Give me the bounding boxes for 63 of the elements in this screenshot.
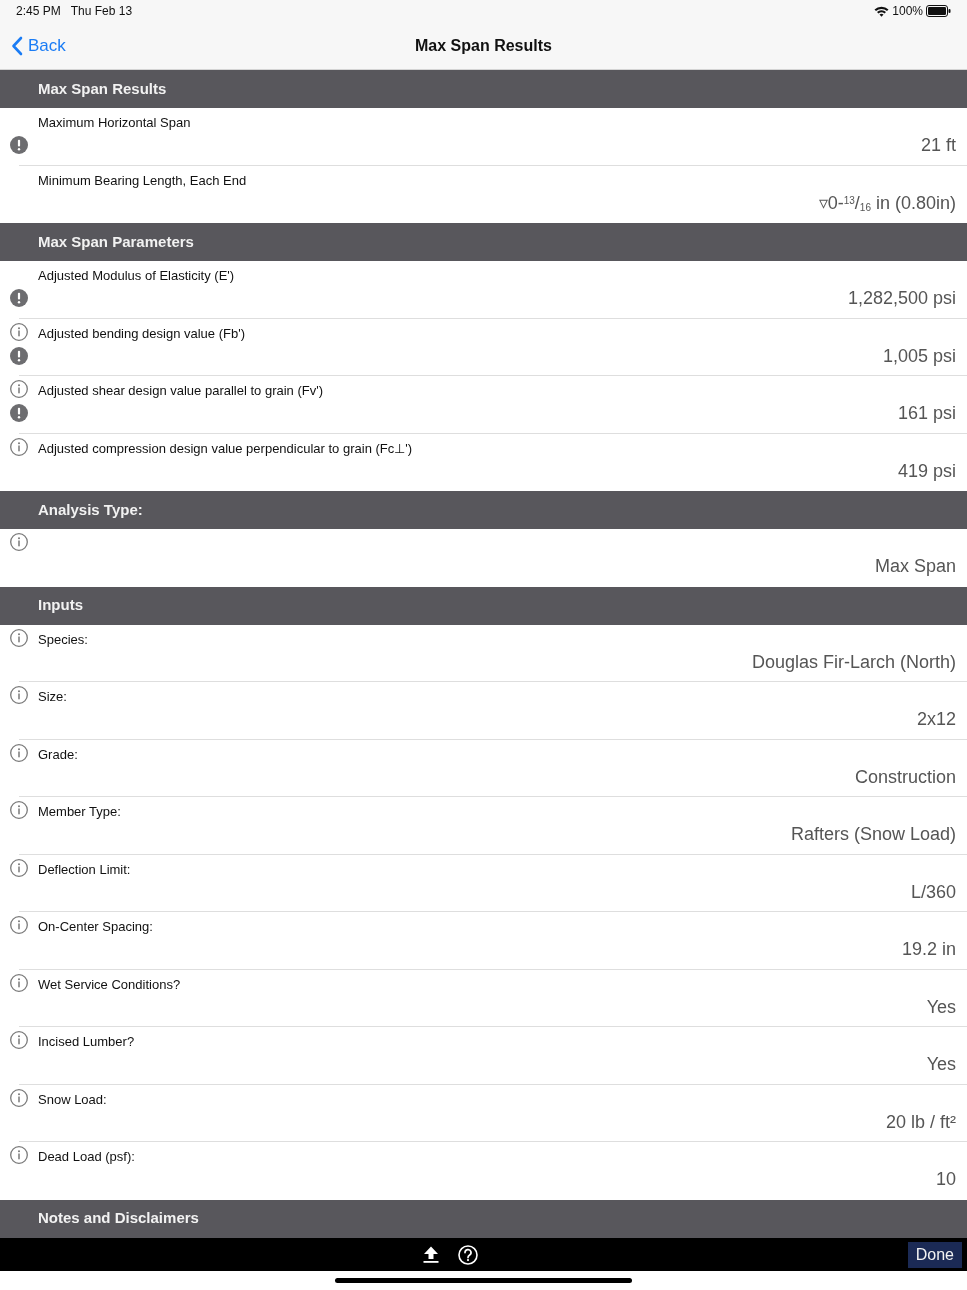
status-time: 2:45 PM: [16, 3, 61, 20]
section-title: Analysis Type:: [38, 499, 143, 520]
field-value: Douglas Fir-Larch (North): [751, 650, 956, 673]
field-label: Grade:: [38, 746, 78, 762]
field-label: Adjusted Modulus of Elasticity (E'): [38, 268, 235, 283]
field-value: 161 psi: [897, 402, 956, 424]
info-icon[interactable]: [10, 916, 28, 934]
field-label: Adjusted compression design value perpendicular to grain (Fc⊥'): [38, 440, 413, 456]
field-value: Construction: [854, 765, 956, 788]
field-value: 10: [935, 1168, 956, 1190]
field-value: 21 ft: [920, 134, 956, 156]
field-value: 1,282,500 psi: [847, 287, 956, 309]
field-label: Deflection Limit:: [38, 861, 131, 877]
help-icon[interactable]: [458, 1244, 478, 1265]
info-icon[interactable]: [10, 1031, 28, 1049]
info-icon[interactable]: [10, 533, 28, 551]
field-value: Yes: [926, 995, 956, 1018]
field-value: 419 psi: [897, 459, 956, 482]
section-title: Notes and Disclaimers: [38, 1208, 199, 1229]
info-icon[interactable]: [10, 858, 28, 877]
info-icon[interactable]: [10, 801, 28, 819]
field-label: Member Type:: [38, 804, 121, 819]
info-icon[interactable]: [10, 686, 28, 704]
info-icon[interactable]: [10, 322, 28, 341]
field-label: Minimum Bearing Length, Each End: [38, 172, 247, 188]
field-value: 2x12: [916, 708, 956, 730]
field-label: Adjusted shear design value parallel to grain (Fv'): [38, 383, 324, 398]
field-value: L/360: [910, 880, 956, 903]
field-value: ▿0-$^{13}$/$_{16}$ in (0.80in): [818, 191, 956, 214]
field-label: On-Center Spacing:: [38, 919, 153, 934]
field-value: 1,005 psi: [882, 344, 956, 367]
field-label: Dead Load (psf):: [38, 1149, 135, 1164]
field-label: Size:: [38, 689, 67, 704]
field-label: Adjusted bending design value (Fb'): [38, 325, 245, 341]
field-label: Species:: [38, 631, 88, 647]
battery-icon: [926, 5, 951, 17]
field-value: 19.2 in: [901, 938, 956, 960]
field-value: 20 lb / ft²: [885, 1110, 956, 1133]
info-icon[interactable]: [10, 380, 28, 398]
battery-percent: 100%: [892, 3, 923, 20]
section-title: Max Span Parameters: [38, 231, 194, 252]
info-icon[interactable]: [10, 973, 28, 992]
page-title: Max Span Results: [415, 35, 552, 56]
section-title: Max Span Results: [38, 78, 167, 99]
done-button[interactable]: Done: [907, 1241, 962, 1268]
field-label: Wet Service Conditions?: [38, 976, 181, 992]
field-label: Maximum Horizontal Span: [38, 115, 191, 130]
wifi-icon: [874, 5, 890, 17]
status-date: Thu Feb 13: [70, 3, 133, 20]
chevron-left-icon: [11, 35, 23, 56]
field-label: Incised Lumber?: [38, 1034, 135, 1049]
field-label: Snow Load:: [38, 1091, 107, 1107]
info-icon[interactable]: [10, 628, 28, 647]
back-button[interactable]: Back: [11, 32, 66, 59]
info-icon[interactable]: [10, 1146, 28, 1164]
upload-icon[interactable]: [423, 1246, 439, 1263]
info-icon[interactable]: [10, 1088, 28, 1107]
field-value: Yes: [926, 1053, 956, 1075]
field-value: Max Span: [874, 555, 956, 577]
field-value: Rafters (Snow Load): [790, 823, 956, 845]
info-icon[interactable]: [10, 743, 28, 762]
section-title: Inputs: [38, 595, 83, 616]
info-icon[interactable]: [10, 437, 28, 456]
